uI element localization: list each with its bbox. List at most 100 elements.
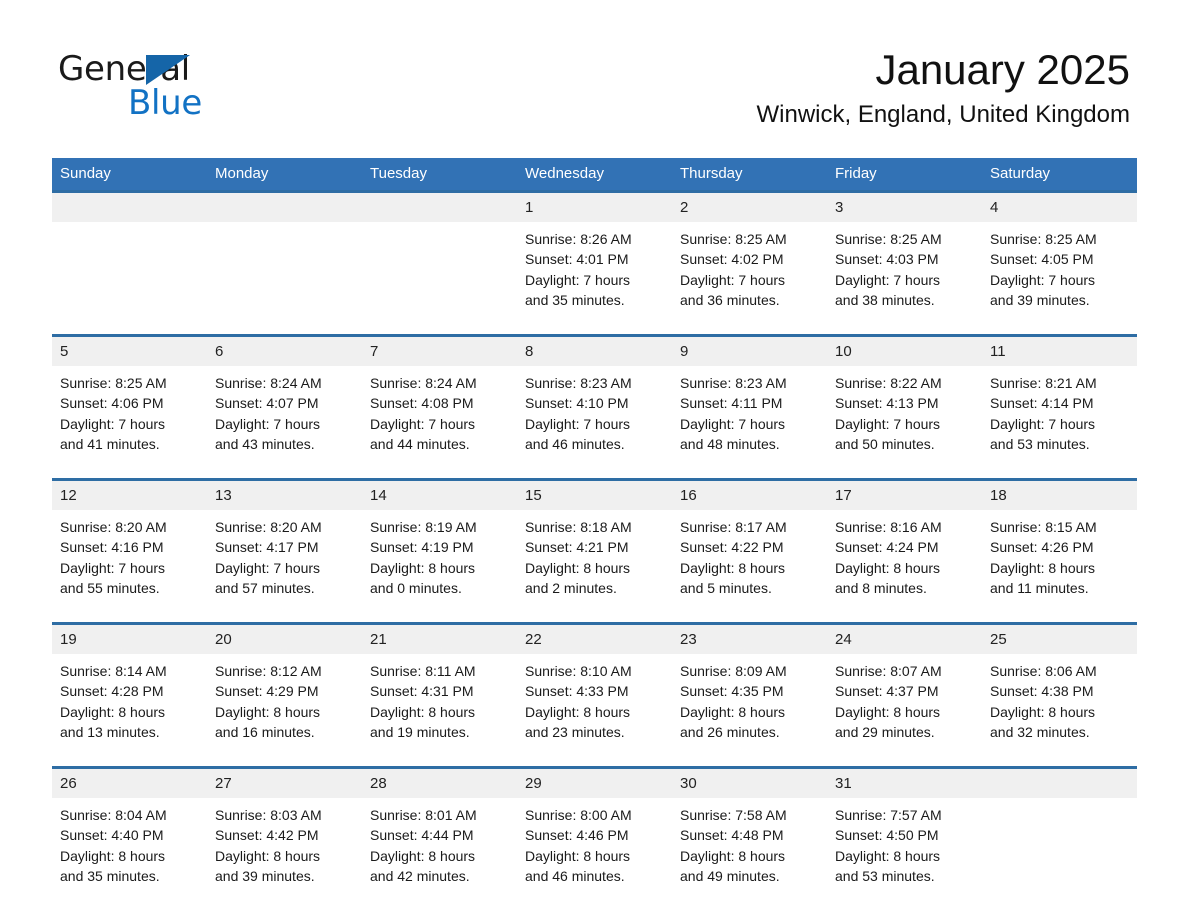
day-info-line: Sunrise: 8:16 AM: [835, 519, 942, 535]
day-number-empty: [207, 190, 362, 222]
day-info-line: Daylight: 7 hours: [990, 271, 1096, 288]
day-number-25[interactable]: 25: [982, 622, 1137, 654]
day-info-line: Sunset: 4:22 PM: [680, 539, 784, 556]
day-number-3[interactable]: 3: [827, 190, 982, 222]
day-number-6[interactable]: 6: [207, 334, 362, 366]
calendar-body: 1 2 3 4 Sunrise: 8:26 AM Sunset: 4:01 PM Dayli…: [52, 190, 1137, 902]
day-info-line: Daylight: 7 hours: [60, 559, 166, 576]
day-info-line: Daylight: 7 hours: [835, 271, 941, 288]
day-info-line: and 53 minutes.: [835, 867, 935, 884]
week-spacer: [52, 326, 1137, 336]
day-info-line: Sunrise: 8:24 AM: [370, 375, 477, 391]
day-info-line: Sunrise: 8:11 AM: [370, 663, 476, 679]
day-info-line: Sunrise: 8:18 AM: [525, 519, 632, 535]
day-number-8[interactable]: 8: [517, 334, 672, 366]
week-daynumber-row: 19 20 21 22 23 24 25: [52, 622, 1137, 654]
day-info-line: and 39 minutes.: [215, 867, 315, 884]
week-spacer-cell: [52, 614, 1137, 624]
day-number-22[interactable]: 22: [517, 622, 672, 654]
day-info-line: Sunrise: 8:14 AM: [60, 663, 167, 679]
day-info-line: Daylight: 7 hours: [680, 271, 786, 288]
day-info-line: Daylight: 8 hours: [525, 847, 631, 864]
day-info-line: Daylight: 7 hours: [990, 415, 1096, 432]
day-number-26[interactable]: 26: [52, 766, 207, 798]
day-number-23[interactable]: 23: [672, 622, 827, 654]
day-info-line: and 55 minutes.: [60, 579, 160, 596]
day-info-line: Sunset: 4:42 PM: [215, 827, 319, 844]
week-spacer-cell: [52, 326, 1137, 336]
day-info-line: Sunset: 4:31 PM: [370, 683, 474, 700]
day-number-18[interactable]: 18: [982, 478, 1137, 510]
day-number-16[interactable]: 16: [672, 478, 827, 510]
day-info-line: Sunset: 4:01 PM: [525, 251, 629, 268]
day-info-line: Daylight: 8 hours: [370, 847, 476, 864]
calendar-table: Sunday Monday Tuesday Wednesday Thursday Frid…: [52, 158, 1137, 902]
weekday-header-monday: Monday: [207, 158, 362, 192]
day-info-line: Sunrise: 8:25 AM: [990, 231, 1097, 247]
day-number-28[interactable]: 28: [362, 766, 517, 798]
day-cell-29: Sunrise: 8:00 AM Sunset: 4:46 PM Daylight:…: [517, 798, 672, 902]
day-cell-1: Sunrise: 8:26 AM Sunset: 4:01 PM Daylight:…: [517, 222, 672, 326]
day-number-17[interactable]: 17: [827, 478, 982, 510]
day-number-1[interactable]: 1: [517, 190, 672, 222]
day-number-2[interactable]: 2: [672, 190, 827, 222]
logo-triangle-icon: [146, 55, 190, 85]
day-info-line: Daylight: 8 hours: [680, 847, 786, 864]
weekday-header-sunday: Sunday: [52, 158, 207, 192]
day-info-line: Sunset: 4:21 PM: [525, 539, 629, 556]
day-info-line: Sunset: 4:35 PM: [680, 683, 784, 700]
day-number-10[interactable]: 10: [827, 334, 982, 366]
day-number-11[interactable]: 11: [982, 334, 1137, 366]
day-number-9[interactable]: 9: [672, 334, 827, 366]
day-number-12[interactable]: 12: [52, 478, 207, 510]
day-number-21[interactable]: 21: [362, 622, 517, 654]
day-info-line: Sunset: 4:46 PM: [525, 827, 629, 844]
day-info-line: Sunrise: 8:25 AM: [835, 231, 942, 247]
day-cell-3: Sunrise: 8:25 AM Sunset: 4:03 PM Daylight:…: [827, 222, 982, 326]
week-detail-row: Sunrise: 8:25 AM Sunset: 4:06 PM Daylight:…: [52, 366, 1137, 470]
calendar-header-row: Sunday Monday Tuesday Wednesday Thursday Frid…: [52, 158, 1137, 192]
generalblue-logo[interactable]: General Blue: [58, 52, 258, 120]
title-block: January 2025 Winwick, England, United Ki…: [756, 46, 1130, 128]
logo-bottom-row: Blue: [58, 86, 258, 120]
day-info-line: Daylight: 8 hours: [680, 703, 786, 720]
day-number-24[interactable]: 24: [827, 622, 982, 654]
day-number-5[interactable]: 5: [52, 334, 207, 366]
day-number-15[interactable]: 15: [517, 478, 672, 510]
day-info-line: and 29 minutes.: [835, 723, 935, 740]
day-info-line: Daylight: 7 hours: [60, 415, 166, 432]
day-number-31[interactable]: 31: [827, 766, 982, 798]
day-number-14[interactable]: 14: [362, 478, 517, 510]
day-info-line: Sunrise: 8:26 AM: [525, 231, 632, 247]
day-number-13[interactable]: 13: [207, 478, 362, 510]
day-cell-empty: [52, 222, 207, 326]
day-number-7[interactable]: 7: [362, 334, 517, 366]
day-info-line: Daylight: 8 hours: [215, 847, 321, 864]
day-info-line: Sunrise: 8:15 AM: [990, 519, 1097, 535]
day-number-27[interactable]: 27: [207, 766, 362, 798]
day-info-line: Daylight: 7 hours: [680, 415, 786, 432]
day-cell-18: Sunrise: 8:15 AM Sunset: 4:26 PM Daylight:…: [982, 510, 1137, 614]
day-info-line: Sunrise: 7:58 AM: [680, 807, 787, 823]
day-info-line: Sunset: 4:40 PM: [60, 827, 164, 844]
day-number-20[interactable]: 20: [207, 622, 362, 654]
day-info-line: Daylight: 8 hours: [60, 703, 166, 720]
day-info-line: Sunrise: 8:23 AM: [680, 375, 787, 391]
calendar-page: General Blue January 2025 Winwick, Engla…: [0, 0, 1188, 918]
day-number-19[interactable]: 19: [52, 622, 207, 654]
day-info-line: Daylight: 8 hours: [525, 703, 631, 720]
day-info-line: and 46 minutes.: [525, 435, 625, 452]
day-number-29[interactable]: 29: [517, 766, 672, 798]
day-info-line: Daylight: 8 hours: [990, 703, 1096, 720]
day-cell-4: Sunrise: 8:25 AM Sunset: 4:05 PM Daylight:…: [982, 222, 1137, 326]
day-info-line: Sunrise: 8:10 AM: [525, 663, 632, 679]
day-number-30[interactable]: 30: [672, 766, 827, 798]
day-info-line: Daylight: 8 hours: [370, 703, 476, 720]
day-number-4[interactable]: 4: [982, 190, 1137, 222]
weekday-header-friday: Friday: [827, 158, 982, 192]
day-info-line: Sunset: 4:28 PM: [60, 683, 164, 700]
day-info-line: Sunrise: 8:24 AM: [215, 375, 322, 391]
day-info-line: Daylight: 8 hours: [835, 703, 941, 720]
day-info-line: Daylight: 8 hours: [60, 847, 166, 864]
day-info-line: and 43 minutes.: [215, 435, 315, 452]
